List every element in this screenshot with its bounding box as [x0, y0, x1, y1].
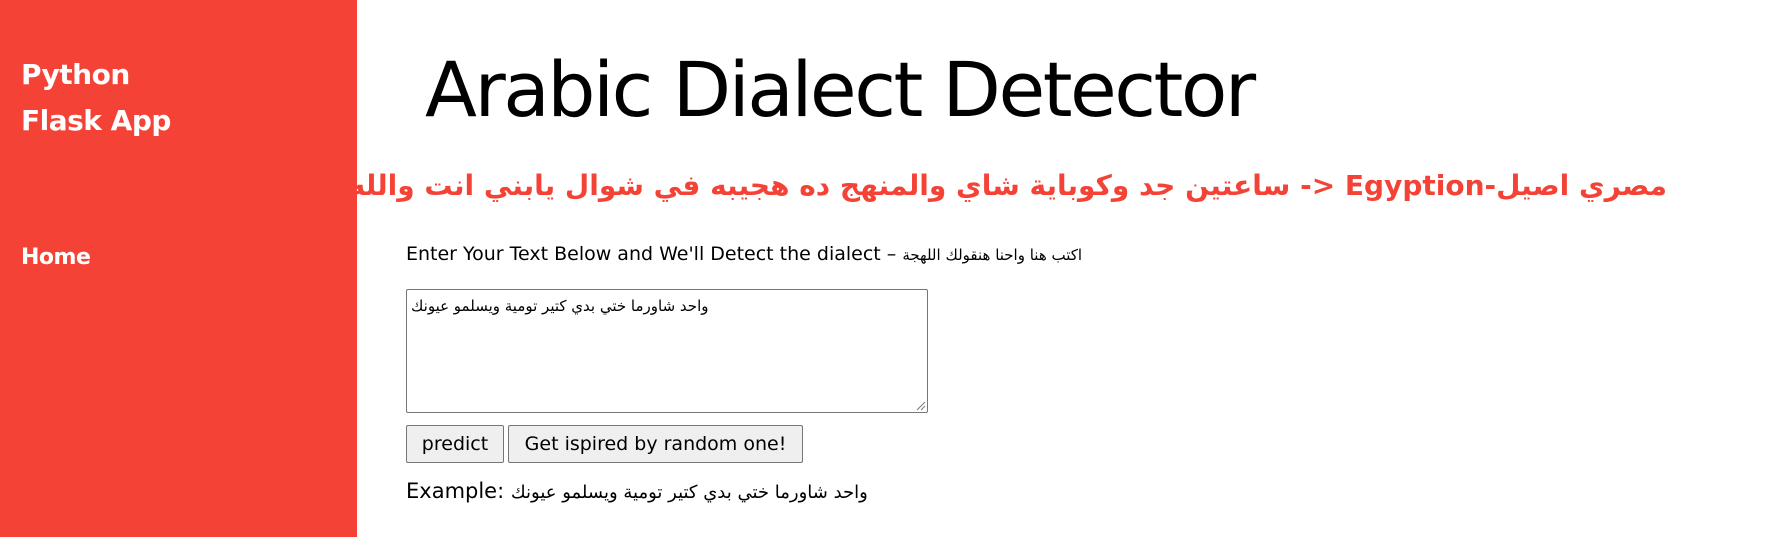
sidebar-item-home[interactable]: Home: [21, 243, 91, 273]
resize-handle-icon[interactable]: [914, 399, 926, 411]
example-label: Example:: [406, 479, 511, 503]
main-content: Arabic Dialect Detector مصري اصيل-Egypti…: [206, 0, 1781, 537]
text-input[interactable]: واحد شاورما ختي بدي كتير تومية ويسلمو عي…: [406, 289, 928, 413]
example-line: Example: واحد شاورما ختي بدي كتير تومية …: [406, 475, 868, 509]
dialect-example-highlight: مصري اصيل-Egyption <- ساعتين جد وكوباية …: [206, 169, 1667, 202]
sidebar: Python Flask App Home: [0, 0, 357, 537]
brand-line-2: Flask App: [21, 104, 171, 137]
instructions-english: Enter Your Text Below and We'll Detect t…: [406, 243, 903, 265]
text-input-value: واحد شاورما ختي بدي كتير تومية ويسلمو عي…: [411, 297, 709, 315]
page-title: Arabic Dialect Detector: [425, 45, 1256, 134]
instructions-arabic: اكتب هنا واحنا هنقولك اللهجة: [902, 246, 1083, 264]
brand-line-1: Python: [21, 58, 130, 91]
app-brand: Python Flask App: [21, 52, 321, 144]
predict-button[interactable]: predict: [406, 425, 504, 463]
example-text: واحد شاورما ختي بدي كتير تومية ويسلمو عي…: [510, 482, 868, 503]
app: Python Flask App Home Arabic Dialect Det…: [0, 0, 1781, 537]
instructions: Enter Your Text Below and We'll Detect t…: [406, 240, 1082, 269]
random-example-button[interactable]: Get ispired by random one!: [508, 425, 803, 463]
